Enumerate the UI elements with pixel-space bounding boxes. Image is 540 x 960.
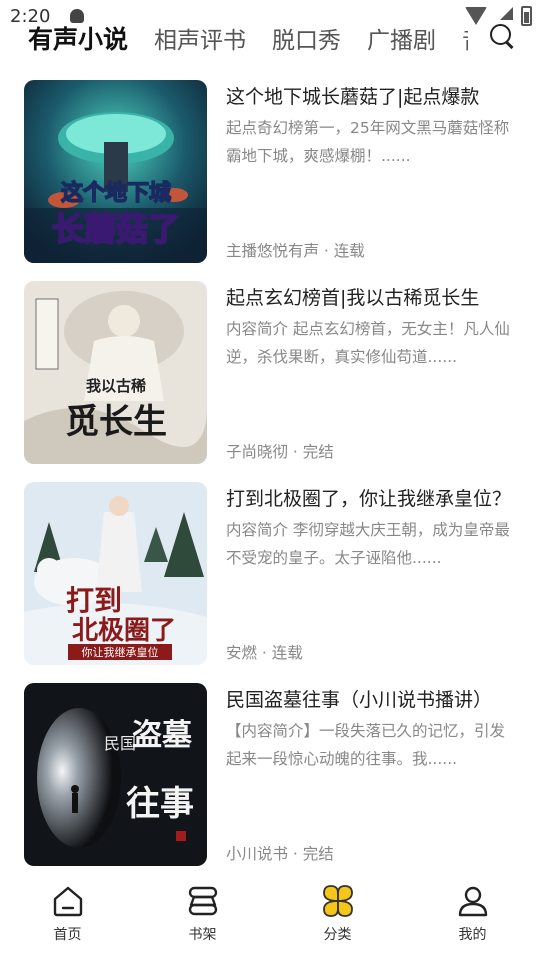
tab-audio-novel[interactable]: 有声小说 [28, 20, 128, 56]
profile-icon [458, 886, 487, 917]
nav-profile[interactable]: 我的 [405, 878, 540, 960]
home-icon [53, 886, 82, 917]
bottom-nav: 首页 书架 分类 我的 [0, 878, 540, 960]
cover-title-line-2: 北极圈了 [72, 616, 176, 646]
book-cover[interactable]: 民国 盗墓 往事 [24, 683, 207, 866]
cover-title-line-3: 往事 [126, 784, 194, 824]
cover-title-line-2: 觅长生 [65, 402, 167, 442]
book-list: 这个地下城 长蘑菇了 这个地下城长蘑菇了|起点爆款 起点奇幻榜第一，25年网文黑… [0, 80, 540, 884]
nav-label: 首页 [53, 927, 82, 943]
search-icon[interactable] [486, 20, 518, 52]
cover-title-line-1: 打到 [66, 584, 122, 617]
category-tabs: 有声小说 相声评书 脱口秀 广播剧 音 [28, 18, 468, 58]
book-description: 【内容简介】一段失落已久的记忆，引发起来一段惊心动魄的往事。我...... [226, 722, 506, 768]
book-cover[interactable]: 我以古稀 觅长生 [24, 281, 207, 464]
list-item[interactable]: 这个地下城 长蘑菇了 这个地下城长蘑菇了|起点爆款 起点奇幻榜第一，25年网文黑… [0, 80, 540, 281]
category-icon [322, 885, 353, 917]
cover-art-mushroom: 这个地下城 长蘑菇了 [24, 80, 207, 263]
battery-icon [521, 6, 532, 26]
list-item[interactable]: 我以古稀 觅长生 起点玄幻榜首|我以古稀觅长生 内容简介 起点玄幻榜首，无女主！… [0, 281, 540, 482]
bookshelf-icon [188, 886, 217, 916]
nav-label: 我的 [458, 927, 487, 943]
cover-art-immortal: 我以古稀 觅长生 [24, 281, 207, 464]
book-description: 起点奇幻榜第一，25年网文黑马蘑菇怪称霸地下城，爽感爆棚！...... [226, 119, 510, 165]
book-title: 打到北极圈了，你让我继承皇位？ [226, 488, 512, 510]
tab-talk-show[interactable]: 脱口秀 [272, 21, 341, 55]
book-cover[interactable]: 这个地下城 长蘑菇了 [24, 80, 207, 263]
nav-label: 分类 [323, 927, 352, 943]
book-info: 起点玄幻榜首|我以古稀觅长生 内容简介 起点玄幻榜首，无女主！凡人仙逆，杀伐果断… [226, 283, 516, 464]
book-info: 打到北极圈了，你让我继承皇位？ 内容简介 李彻穿越大庆王朝，成为皇帝最不受宠的皇… [226, 484, 516, 665]
nav-category[interactable]: 分类 [270, 878, 405, 960]
book-title: 民国盗墓往事（小川说书播讲） [226, 689, 493, 711]
cover-art-north-pole: 打到 北极圈了 你让我继承皇位 [24, 482, 207, 665]
wifi-icon [465, 7, 487, 25]
nav-label: 书架 [188, 927, 217, 943]
tab-crosstalk[interactable]: 相声评书 [154, 21, 246, 55]
cover-subtitle: 你让我继承皇位 [82, 645, 159, 659]
book-description: 内容简介 李彻穿越大庆王朝，成为皇帝最不受宠的皇子。太子诬陷他...... [226, 521, 510, 567]
list-item[interactable]: 打到 北极圈了 你让我继承皇位 打到北极圈了，你让我继承皇位？ 内容简介 李彻穿… [0, 482, 540, 683]
book-meta: 小川说书 · 完结 [226, 845, 334, 863]
tab-radio-drama[interactable]: 广播剧 [367, 21, 436, 55]
cover-art-tomb: 民国 盗墓 往事 [24, 683, 207, 866]
book-title: 起点玄幻榜首|我以古稀觅长生 [226, 287, 480, 309]
cover-title-line-1: 这个地下城 [61, 180, 171, 206]
list-item[interactable]: 民国 盗墓 往事 民国盗墓往事（小川说书播讲） 【内容简介】一段失落已久的记忆，… [0, 683, 540, 884]
book-info: 这个地下城长蘑菇了|起点爆款 起点奇幻榜第一，25年网文黑马蘑菇怪称霸地下城，爽… [226, 82, 516, 263]
book-meta: 安燃 · 连载 [226, 644, 303, 662]
nav-bookshelf[interactable]: 书架 [135, 878, 270, 960]
tab-music[interactable]: 音 [462, 21, 468, 55]
book-info: 民国盗墓往事（小川说书播讲） 【内容简介】一段失落已久的记忆，引发起来一段惊心动… [226, 685, 516, 866]
cover-title-line-1: 我以古稀 [86, 377, 146, 395]
cover-title-line-2: 长蘑菇了 [52, 210, 180, 248]
nav-home[interactable]: 首页 [0, 878, 135, 960]
book-meta: 主播悠悦有声 · 连载 [226, 242, 365, 260]
cover-title-line-2: 盗墓 [132, 718, 193, 753]
book-title: 这个地下城长蘑菇了|起点爆款 [226, 86, 480, 108]
book-description: 内容简介 起点玄幻榜首，无女主！凡人仙逆，杀伐果断，真实修仙苟道...... [226, 320, 510, 366]
book-cover[interactable]: 打到 北极圈了 你让我继承皇位 [24, 482, 207, 665]
book-meta: 子尚晓彻 · 完结 [226, 443, 334, 461]
